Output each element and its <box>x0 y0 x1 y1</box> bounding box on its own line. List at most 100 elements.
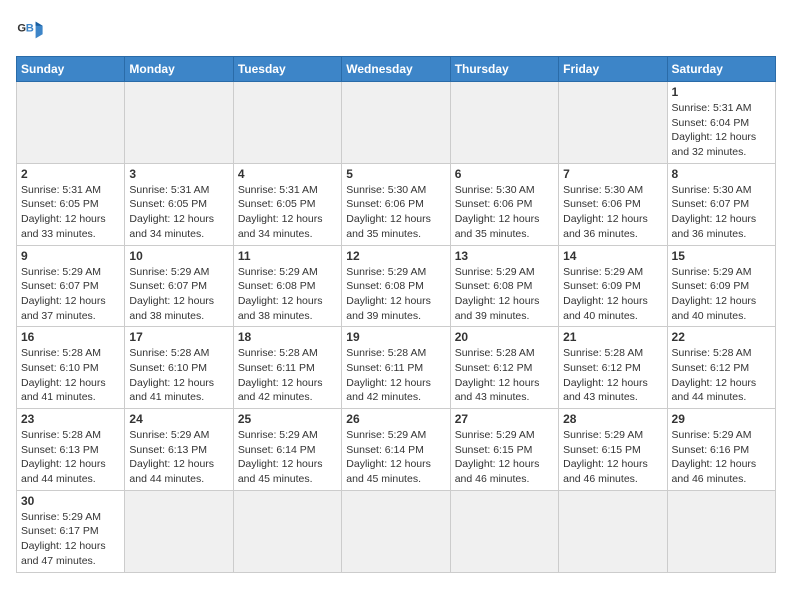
day-number: 17 <box>129 330 228 344</box>
day-number: 23 <box>21 412 120 426</box>
day-info: Sunrise: 5:28 AMSunset: 6:10 PMDaylight:… <box>21 346 120 405</box>
day-info: Sunrise: 5:31 AMSunset: 6:05 PMDaylight:… <box>129 183 228 242</box>
calendar-day-cell <box>342 82 450 164</box>
svg-text:B: B <box>26 22 34 34</box>
day-number: 6 <box>455 167 554 181</box>
calendar-day-cell <box>559 82 667 164</box>
day-info: Sunrise: 5:29 AMSunset: 6:15 PMDaylight:… <box>455 428 554 487</box>
weekday-header-monday: Monday <box>125 57 233 82</box>
calendar-day-cell <box>667 490 775 572</box>
day-number: 8 <box>672 167 771 181</box>
calendar-day-cell <box>17 82 125 164</box>
day-info: Sunrise: 5:29 AMSunset: 6:16 PMDaylight:… <box>672 428 771 487</box>
calendar-day-cell: 23Sunrise: 5:28 AMSunset: 6:13 PMDayligh… <box>17 409 125 491</box>
day-info: Sunrise: 5:31 AMSunset: 6:04 PMDaylight:… <box>672 101 771 160</box>
day-info: Sunrise: 5:29 AMSunset: 6:14 PMDaylight:… <box>238 428 337 487</box>
day-number: 29 <box>672 412 771 426</box>
day-number: 15 <box>672 249 771 263</box>
calendar-day-cell: 18 Sunrise: 5:28 AMSunset: 6:11 PMDayligh… <box>233 327 341 409</box>
day-info: Sunrise: 5:29 AMSunset: 6:14 PMDaylight:… <box>346 428 445 487</box>
calendar-day-cell: 26Sunrise: 5:29 AMSunset: 6:14 PMDayligh… <box>342 409 450 491</box>
calendar-day-cell: 17Sunrise: 5:28 AMSunset: 6:10 PMDayligh… <box>125 327 233 409</box>
calendar-day-cell: 4 Sunrise: 5:31 AMSunset: 6:05 PMDaylight… <box>233 163 341 245</box>
calendar-day-cell: 30 Sunrise: 5:29 AMSunset: 6:17 PMDayligh… <box>17 490 125 572</box>
calendar-day-cell: 28Sunrise: 5:29 AMSunset: 6:15 PMDayligh… <box>559 409 667 491</box>
day-info: Sunrise: 5:29 AMSunset: 6:08 PMDaylight:… <box>346 265 445 324</box>
calendar-day-cell <box>125 490 233 572</box>
day-number: 12 <box>346 249 445 263</box>
calendar-day-cell: 21Sunrise: 5:28 AMSunset: 6:12 PMDayligh… <box>559 327 667 409</box>
calendar-day-cell: 22 Sunrise: 5:28 AMSunset: 6:12 PMDayligh… <box>667 327 775 409</box>
day-info: Sunrise: 5:30 AMSunset: 6:06 PMDaylight:… <box>455 183 554 242</box>
weekday-header-sunday: Sunday <box>17 57 125 82</box>
calendar-week-row: 23Sunrise: 5:28 AMSunset: 6:13 PMDayligh… <box>17 409 776 491</box>
day-info: Sunrise: 5:29 AMSunset: 6:08 PMDaylight:… <box>455 265 554 324</box>
day-number: 4 <box>238 167 337 181</box>
calendar-day-cell: 29 Sunrise: 5:29 AMSunset: 6:16 PMDayligh… <box>667 409 775 491</box>
calendar-day-cell: 2Sunrise: 5:31 AMSunset: 6:05 PMDaylight… <box>17 163 125 245</box>
day-info: Sunrise: 5:29 AMSunset: 6:09 PMDaylight:… <box>563 265 662 324</box>
calendar-day-cell <box>450 82 558 164</box>
day-info: Sunrise: 5:28 AMSunset: 6:11 PMDaylight:… <box>346 346 445 405</box>
day-number: 30 <box>21 494 120 508</box>
day-info: Sunrise: 5:29 AMSunset: 6:17 PMDaylight:… <box>21 510 120 569</box>
day-info: Sunrise: 5:30 AMSunset: 6:07 PMDaylight:… <box>672 183 771 242</box>
calendar-day-cell: 19Sunrise: 5:28 AMSunset: 6:11 PMDayligh… <box>342 327 450 409</box>
calendar-day-cell: 13Sunrise: 5:29 AMSunset: 6:08 PMDayligh… <box>450 245 558 327</box>
calendar-day-cell: 14Sunrise: 5:29 AMSunset: 6:09 PMDayligh… <box>559 245 667 327</box>
calendar-day-cell: 1 Sunrise: 5:31 AMSunset: 6:04 PMDaylight… <box>667 82 775 164</box>
calendar-day-cell: 20Sunrise: 5:28 AMSunset: 6:12 PMDayligh… <box>450 327 558 409</box>
calendar-day-cell <box>233 490 341 572</box>
calendar-day-cell: 11 Sunrise: 5:29 AMSunset: 6:08 PMDayligh… <box>233 245 341 327</box>
calendar-week-row: 30 Sunrise: 5:29 AMSunset: 6:17 PMDayligh… <box>17 490 776 572</box>
day-number: 27 <box>455 412 554 426</box>
calendar-day-cell: 6 Sunrise: 5:30 AMSunset: 6:06 PMDaylight… <box>450 163 558 245</box>
day-number: 7 <box>563 167 662 181</box>
day-info: Sunrise: 5:28 AMSunset: 6:12 PMDaylight:… <box>672 346 771 405</box>
day-number: 18 <box>238 330 337 344</box>
calendar-week-row: 1 Sunrise: 5:31 AMSunset: 6:04 PMDaylight… <box>17 82 776 164</box>
day-info: Sunrise: 5:31 AMSunset: 6:05 PMDaylight:… <box>21 183 120 242</box>
day-number: 28 <box>563 412 662 426</box>
day-info: Sunrise: 5:29 AMSunset: 6:08 PMDaylight:… <box>238 265 337 324</box>
logo: G B <box>16 16 48 44</box>
day-number: 20 <box>455 330 554 344</box>
calendar-week-row: 16 Sunrise: 5:28 AMSunset: 6:10 PMDayligh… <box>17 327 776 409</box>
calendar-day-cell: 9Sunrise: 5:29 AMSunset: 6:07 PMDaylight… <box>17 245 125 327</box>
day-info: Sunrise: 5:28 AMSunset: 6:11 PMDaylight:… <box>238 346 337 405</box>
calendar-day-cell: 15Sunrise: 5:29 AMSunset: 6:09 PMDayligh… <box>667 245 775 327</box>
calendar-day-cell <box>450 490 558 572</box>
calendar-day-cell: 3Sunrise: 5:31 AMSunset: 6:05 PMDaylight… <box>125 163 233 245</box>
calendar-day-cell: 7 Sunrise: 5:30 AMSunset: 6:06 PMDaylight… <box>559 163 667 245</box>
day-number: 22 <box>672 330 771 344</box>
calendar-day-cell <box>559 490 667 572</box>
day-info: Sunrise: 5:31 AMSunset: 6:05 PMDaylight:… <box>238 183 337 242</box>
calendar-table: SundayMondayTuesdayWednesdayThursdayFrid… <box>16 56 776 573</box>
day-number: 11 <box>238 249 337 263</box>
day-info: Sunrise: 5:28 AMSunset: 6:12 PMDaylight:… <box>563 346 662 405</box>
day-info: Sunrise: 5:29 AMSunset: 6:07 PMDaylight:… <box>129 265 228 324</box>
calendar-day-cell: 8 Sunrise: 5:30 AMSunset: 6:07 PMDaylight… <box>667 163 775 245</box>
weekday-header-wednesday: Wednesday <box>342 57 450 82</box>
svg-text:G: G <box>17 22 26 34</box>
calendar-day-cell: 10 Sunrise: 5:29 AMSunset: 6:07 PMDayligh… <box>125 245 233 327</box>
calendar-day-cell: 16 Sunrise: 5:28 AMSunset: 6:10 PMDayligh… <box>17 327 125 409</box>
day-number: 16 <box>21 330 120 344</box>
page-header: G B <box>16 16 776 44</box>
calendar-day-cell: 25 Sunrise: 5:29 AMSunset: 6:14 PMDayligh… <box>233 409 341 491</box>
calendar-day-cell: 5Sunrise: 5:30 AMSunset: 6:06 PMDaylight… <box>342 163 450 245</box>
day-number: 24 <box>129 412 228 426</box>
weekday-header-friday: Friday <box>559 57 667 82</box>
day-info: Sunrise: 5:30 AMSunset: 6:06 PMDaylight:… <box>563 183 662 242</box>
day-info: Sunrise: 5:30 AMSunset: 6:06 PMDaylight:… <box>346 183 445 242</box>
day-number: 25 <box>238 412 337 426</box>
weekday-row: SundayMondayTuesdayWednesdayThursdayFrid… <box>17 57 776 82</box>
logo-icon: G B <box>16 16 44 44</box>
calendar-week-row: 9Sunrise: 5:29 AMSunset: 6:07 PMDaylight… <box>17 245 776 327</box>
calendar-day-cell <box>125 82 233 164</box>
day-number: 1 <box>672 85 771 99</box>
calendar-body: 1 Sunrise: 5:31 AMSunset: 6:04 PMDaylight… <box>17 82 776 573</box>
calendar-week-row: 2Sunrise: 5:31 AMSunset: 6:05 PMDaylight… <box>17 163 776 245</box>
day-info: Sunrise: 5:29 AMSunset: 6:07 PMDaylight:… <box>21 265 120 324</box>
day-number: 10 <box>129 249 228 263</box>
